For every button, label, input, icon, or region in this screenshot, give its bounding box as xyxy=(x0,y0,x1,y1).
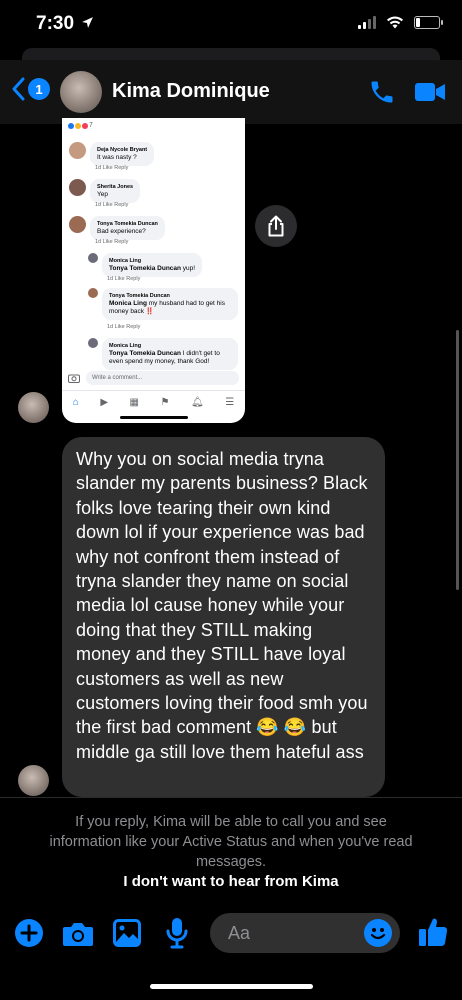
comment-avatar xyxy=(69,179,86,196)
reply-item: Monica Ling Tonya Tomekia Duncan yup! xyxy=(88,253,203,277)
reply-meta: 1d Like Reply xyxy=(107,324,141,330)
video-call-button[interactable] xyxy=(414,80,446,109)
battery-icon xyxy=(414,16,443,29)
thumbs-up-button[interactable] xyxy=(418,916,448,953)
unread-badge: 1 xyxy=(28,78,50,100)
shared-screenshot-image[interactable]: 7 Deja Nycole Bryant It was nasty ? 1d Li… xyxy=(62,118,245,423)
comment-item: Tonya Tomekia Duncan Bad experience? xyxy=(69,216,165,240)
watch-icon: ▶ xyxy=(100,396,109,408)
message-input-field[interactable] xyxy=(210,913,400,953)
home-icon: ⌂ xyxy=(72,396,79,408)
camera-button[interactable] xyxy=(62,920,94,953)
comment-meta: 1d Like Reply xyxy=(95,239,129,245)
screenshot-home-indicator xyxy=(120,416,188,419)
comment-meta: 1d Like Reply xyxy=(95,202,129,208)
smiley-icon xyxy=(370,928,386,940)
reply-item: Tonya Tomekia Duncan Monica Ling my husba… xyxy=(88,288,238,320)
reply-avatar xyxy=(88,253,98,263)
message-bubble[interactable]: Why you on social media tryna slander my… xyxy=(62,437,385,797)
contact-name[interactable]: Kima Dominique xyxy=(112,80,270,103)
menu-icon: ☰ xyxy=(225,396,235,408)
sender-avatar[interactable] xyxy=(18,765,49,796)
location-arrow-icon xyxy=(82,17,94,28)
sender-avatar[interactable] xyxy=(18,392,49,423)
write-comment-field: Write a comment... xyxy=(86,371,239,385)
thumbs-up-icon xyxy=(419,918,448,946)
love-reaction-icon xyxy=(82,122,88,129)
reply-avatar xyxy=(88,338,98,348)
contact-avatar[interactable] xyxy=(60,71,102,113)
add-button[interactable] xyxy=(14,918,44,953)
flag-icon: ⚑ xyxy=(160,396,170,408)
emoji-button[interactable] xyxy=(364,919,392,947)
wifi-icon xyxy=(387,16,403,29)
haha-reaction-icon xyxy=(75,122,81,129)
status-icons xyxy=(358,16,443,29)
comment-avatar xyxy=(69,216,86,233)
voice-button[interactable] xyxy=(166,917,188,954)
camera-icon xyxy=(68,374,80,383)
phone-call-button[interactable] xyxy=(368,78,396,111)
facebook-tab-bar: ⌂ ▶ ▦ ⚑ 🔔︎ ☰ xyxy=(62,390,245,413)
comment-item: Deja Nycole Bryant It was nasty ? xyxy=(69,142,155,166)
reply-meta: 1d Like Reply xyxy=(107,276,141,282)
like-reaction-icon xyxy=(68,122,74,129)
share-icon xyxy=(268,215,284,237)
comment-item: Sherita Jones Yep xyxy=(69,179,141,203)
chevron-left-icon xyxy=(12,77,25,101)
plus-circle-icon xyxy=(15,919,43,947)
home-indicator xyxy=(150,984,313,989)
back-button[interactable]: 1 xyxy=(12,77,50,101)
divider xyxy=(0,797,462,798)
microphone-icon xyxy=(166,918,188,949)
image-icon xyxy=(113,919,141,947)
message-request-notice: If you reply, Kima will be able to call … xyxy=(49,814,413,870)
comment-avatar xyxy=(69,142,86,159)
signal-icon xyxy=(358,16,376,29)
reply-item: Monica Ling Tonya Tomekia Duncan I didn't… xyxy=(88,338,238,370)
gallery-button[interactable] xyxy=(113,919,141,952)
video-camera-icon xyxy=(415,83,445,101)
reaction-summary: 7 xyxy=(68,122,93,129)
camera-icon xyxy=(63,923,93,946)
reply-avatar xyxy=(88,288,98,298)
phone-icon xyxy=(371,81,393,103)
status-time: 7:30 xyxy=(36,13,94,35)
comment-meta: 1d Like Reply xyxy=(95,165,129,171)
comment-composer: Write a comment... xyxy=(68,370,239,386)
marketplace-icon: ▦ xyxy=(129,396,139,408)
bell-icon: 🔔︎ xyxy=(190,396,204,408)
share-button[interactable] xyxy=(255,205,297,247)
message-input[interactable] xyxy=(226,922,370,945)
scrollbar[interactable] xyxy=(456,330,459,590)
ignore-contact-button[interactable]: I don't want to hear from Kima xyxy=(0,873,462,890)
